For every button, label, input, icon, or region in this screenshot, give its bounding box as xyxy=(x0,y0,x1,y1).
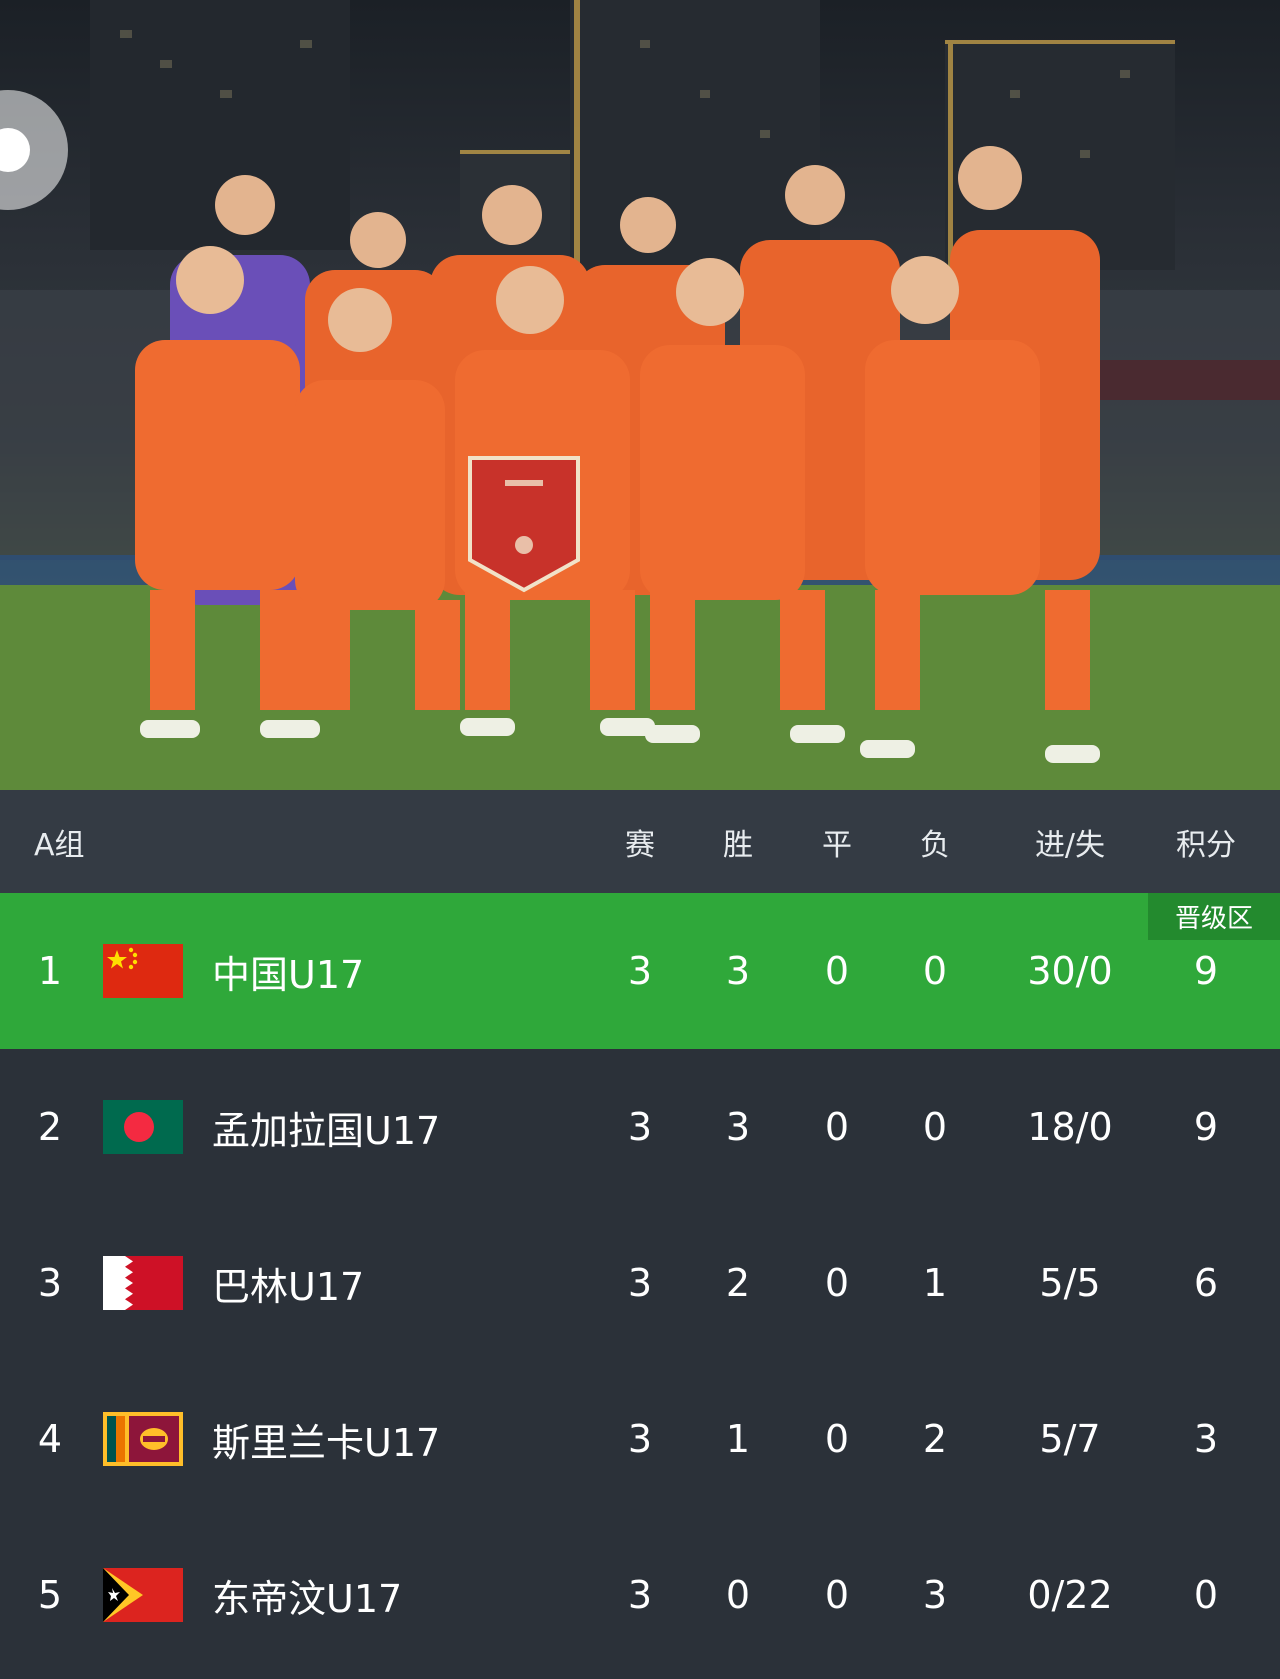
points: 0 xyxy=(1193,1573,1219,1617)
played: 3 xyxy=(627,1417,653,1461)
bangladesh-flag-icon xyxy=(103,1049,183,1205)
drawn: 0 xyxy=(824,1261,850,1305)
goals: 30/0 xyxy=(1027,949,1113,993)
rank: 3 xyxy=(37,1261,63,1305)
points: 6 xyxy=(1193,1261,1219,1305)
team-name: 孟加拉国U17 xyxy=(212,1108,441,1153)
team-name: 东帝汶U17 xyxy=(212,1576,403,1621)
won: 3 xyxy=(725,1105,751,1149)
lost: 1 xyxy=(922,1261,948,1305)
lost: 3 xyxy=(922,1573,948,1617)
goals: 5/5 xyxy=(1039,1261,1101,1305)
team-name: 中国U17 xyxy=(212,952,365,997)
table-header: A组 赛 胜 平 负 进/失 积分 xyxy=(0,790,1280,893)
col-won: 胜 xyxy=(723,827,753,863)
rank: 2 xyxy=(37,1105,63,1149)
played: 3 xyxy=(627,949,653,993)
drawn: 0 xyxy=(824,949,850,993)
won: 2 xyxy=(725,1261,751,1305)
table-row[interactable]: 2 孟加拉国U17 3 3 0 0 18/0 9 xyxy=(0,1049,1280,1205)
won: 3 xyxy=(725,949,751,993)
points: 9 xyxy=(1193,949,1219,993)
goals: 18/0 xyxy=(1027,1105,1113,1149)
drawn: 0 xyxy=(824,1417,850,1461)
team-name: 斯里兰卡U17 xyxy=(212,1420,441,1465)
drawn: 0 xyxy=(824,1573,850,1617)
standings-table: A组 赛 胜 平 负 进/失 积分 晋级区 1 中国U17 3 3 0 0 30… xyxy=(0,790,1280,1679)
col-goals: 进/失 xyxy=(1034,827,1106,863)
rank: 4 xyxy=(37,1417,63,1461)
won: 0 xyxy=(725,1573,751,1617)
table-row[interactable]: 4 斯里兰卡U17 3 1 0 2 5/7 3 xyxy=(0,1361,1280,1517)
col-points: 积分 xyxy=(1176,827,1236,863)
team-name: 巴林U17 xyxy=(212,1264,365,1309)
rank: 1 xyxy=(37,949,63,993)
played: 3 xyxy=(627,1261,653,1305)
team-photo-illustration xyxy=(0,0,1280,790)
col-drawn: 平 xyxy=(822,827,852,863)
played: 3 xyxy=(627,1105,653,1149)
drawn: 0 xyxy=(824,1105,850,1149)
team-photo xyxy=(0,0,1280,790)
goals: 0/22 xyxy=(1027,1573,1113,1617)
points: 9 xyxy=(1193,1105,1219,1149)
col-played: 赛 xyxy=(625,827,655,863)
col-lost: 负 xyxy=(920,827,950,863)
sri-lanka-flag-icon xyxy=(103,1361,183,1517)
table-row[interactable]: 晋级区 1 中国U17 3 3 0 0 30/0 9 xyxy=(0,893,1280,1049)
lost: 0 xyxy=(922,949,948,993)
lost: 2 xyxy=(922,1417,948,1461)
table-row[interactable]: 3 巴林U17 3 2 0 1 5/5 6 xyxy=(0,1205,1280,1361)
lost: 0 xyxy=(922,1105,948,1149)
points: 3 xyxy=(1193,1417,1219,1461)
timor-leste-flag-icon xyxy=(103,1517,183,1673)
won: 1 xyxy=(725,1417,751,1461)
china-flag-icon xyxy=(103,893,183,1049)
group-label: A组 xyxy=(34,827,85,863)
goals: 5/7 xyxy=(1039,1417,1101,1461)
bahrain-flag-icon xyxy=(103,1205,183,1361)
played: 3 xyxy=(627,1573,653,1617)
rank: 5 xyxy=(37,1573,63,1617)
table-row[interactable]: 5 东帝汶U17 3 0 0 3 0/22 0 xyxy=(0,1517,1280,1673)
